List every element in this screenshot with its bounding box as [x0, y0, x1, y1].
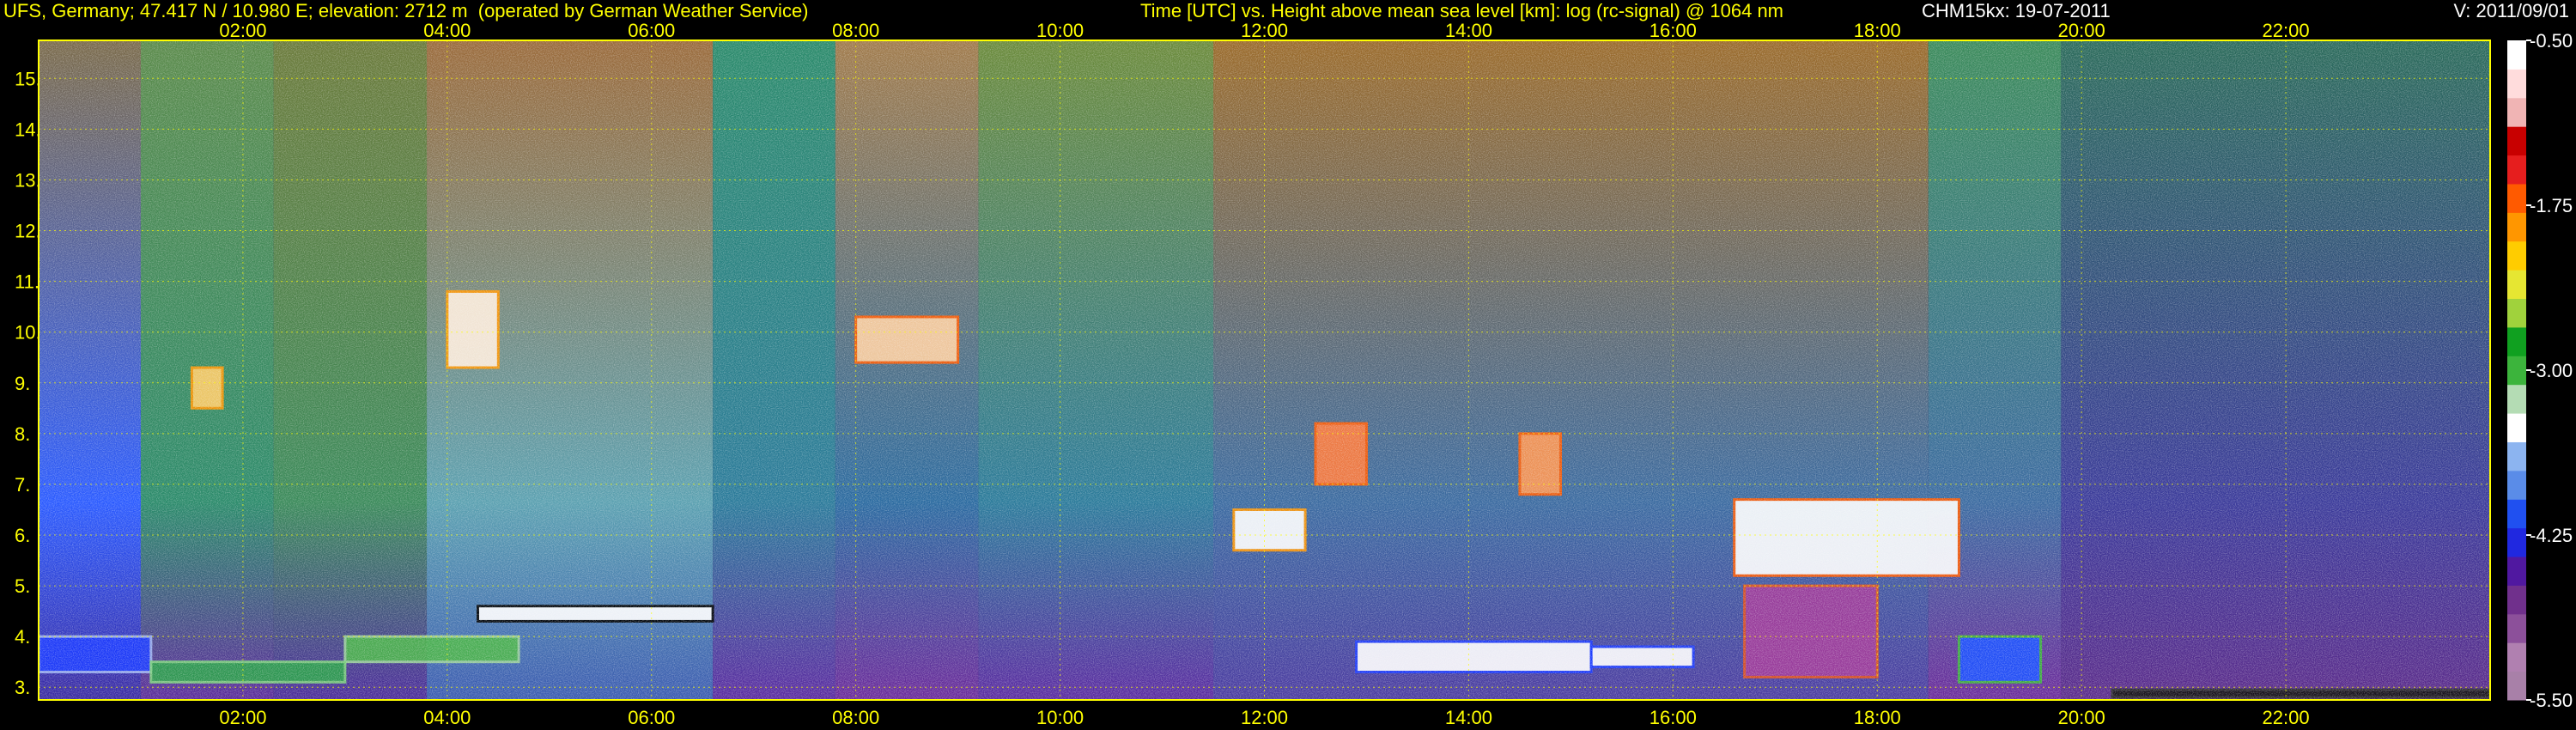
- x-tick-label-bottom: 22:00: [2263, 707, 2310, 728]
- x-tick-label-bottom: 14:00: [1445, 707, 1492, 728]
- y-tick-label: 11.: [15, 271, 39, 293]
- y-tick-label: 3.: [15, 677, 30, 698]
- y-tick-label: 9.: [15, 373, 30, 394]
- y-tick-label: 10.: [15, 322, 41, 344]
- colorbar-tick-label: -4.25: [2530, 525, 2573, 546]
- colorbar-segment: [2507, 470, 2526, 500]
- colorbar-segment: [2507, 557, 2526, 586]
- colorbar-segment: [2507, 585, 2526, 615]
- y-tick-label: 12.: [15, 221, 41, 242]
- colorbar-tick-label: -1.75: [2530, 195, 2573, 216]
- y-tick-label: 5.: [15, 575, 30, 597]
- x-tick-label-bottom: 04:00: [423, 707, 471, 728]
- y-tick-label: 7.: [15, 474, 30, 496]
- x-tick-label-bottom: 02:00: [219, 707, 266, 728]
- x-tick-label-top: 16:00: [1649, 20, 1697, 41]
- colorbar-segment: [2507, 499, 2526, 529]
- colorbar: [2507, 40, 2526, 701]
- y-tick-label: 15.: [15, 68, 41, 89]
- x-tick-label-top: 04:00: [423, 20, 471, 41]
- colorbar-segment: [2507, 441, 2526, 471]
- lidar-backscatter-chart: 02:00 04:00 06:00 08:00 10:00 12:00 14:00 16:00…: [15, 20, 2573, 728]
- x-axis-bottom: 02:00 04:00 06:00 08:00 10:00 12:00 14:00 16:00…: [219, 707, 2309, 728]
- x-tick-label-top: 06:00: [628, 20, 675, 41]
- colorbar-segment: [2507, 270, 2526, 300]
- colorbar-segment: [2507, 298, 2526, 328]
- y-tick-label: 4.: [15, 626, 30, 648]
- x-tick-label-top: 22:00: [2263, 20, 2310, 41]
- y-tick-label: 14.: [15, 119, 41, 140]
- colorbar-segment: [2507, 183, 2526, 213]
- y-tick-label: 8.: [15, 423, 30, 445]
- colorbar-tick-label: -3.00: [2530, 360, 2573, 381]
- x-axis-top: 02:00 04:00 06:00 08:00 10:00 12:00 14:00 16:00…: [219, 20, 2309, 41]
- colorbar-segment: [2507, 527, 2526, 557]
- x-tick-label-bottom: 08:00: [832, 707, 879, 728]
- colorbar-segment: [2507, 126, 2526, 156]
- x-tick-label-top: 20:00: [2058, 20, 2105, 41]
- colorbar-segment: [2507, 613, 2526, 643]
- colorbar-segment: [2507, 671, 2526, 701]
- x-tick-label-bottom: 12:00: [1241, 707, 1288, 728]
- colorbar-segment: [2507, 642, 2526, 672]
- colorbar-tick-label: -5.50: [2530, 690, 2573, 711]
- x-tick-label-bottom: 10:00: [1036, 707, 1084, 728]
- colorbar-segment: [2507, 40, 2526, 70]
- colorbar-segment: [2507, 413, 2526, 442]
- x-tick-label-top: 08:00: [832, 20, 879, 41]
- y-tick-label: 13.: [15, 169, 41, 191]
- colorbar-segment: [2507, 212, 2526, 242]
- x-tick-label-top: 18:00: [1854, 20, 1901, 41]
- x-tick-label-bottom: 18:00: [1854, 707, 1901, 728]
- y-tick-label: 6.: [15, 525, 30, 546]
- x-tick-label-top: 14:00: [1445, 20, 1492, 41]
- x-tick-label-top: 10:00: [1036, 20, 1084, 41]
- colorbar-segment: [2507, 384, 2526, 414]
- colorbar-segment: [2507, 69, 2526, 99]
- x-tick-label-top: 12:00: [1241, 20, 1288, 41]
- colorbar-segment: [2507, 240, 2526, 271]
- x-tick-label-top: 02:00: [219, 20, 266, 41]
- colorbar-segment: [2507, 97, 2526, 127]
- y-axis: 3. 4. 5. 6. 7. 8. 9. 10. 11. 12. 13. 14. 15.: [15, 68, 41, 698]
- colorbar-segment: [2507, 356, 2526, 386]
- x-tick-label-bottom: 16:00: [1649, 707, 1697, 728]
- colorbar-labels: -0.50 -1.75 -3.00 -4.25 -5.50: [2526, 30, 2573, 711]
- colorbar-tick-label: -0.50: [2530, 30, 2573, 52]
- colorbar-segment: [2507, 155, 2526, 185]
- colorbar-segment: [2507, 326, 2526, 356]
- x-tick-label-bottom: 20:00: [2058, 707, 2105, 728]
- x-tick-label-bottom: 06:00: [628, 707, 675, 728]
